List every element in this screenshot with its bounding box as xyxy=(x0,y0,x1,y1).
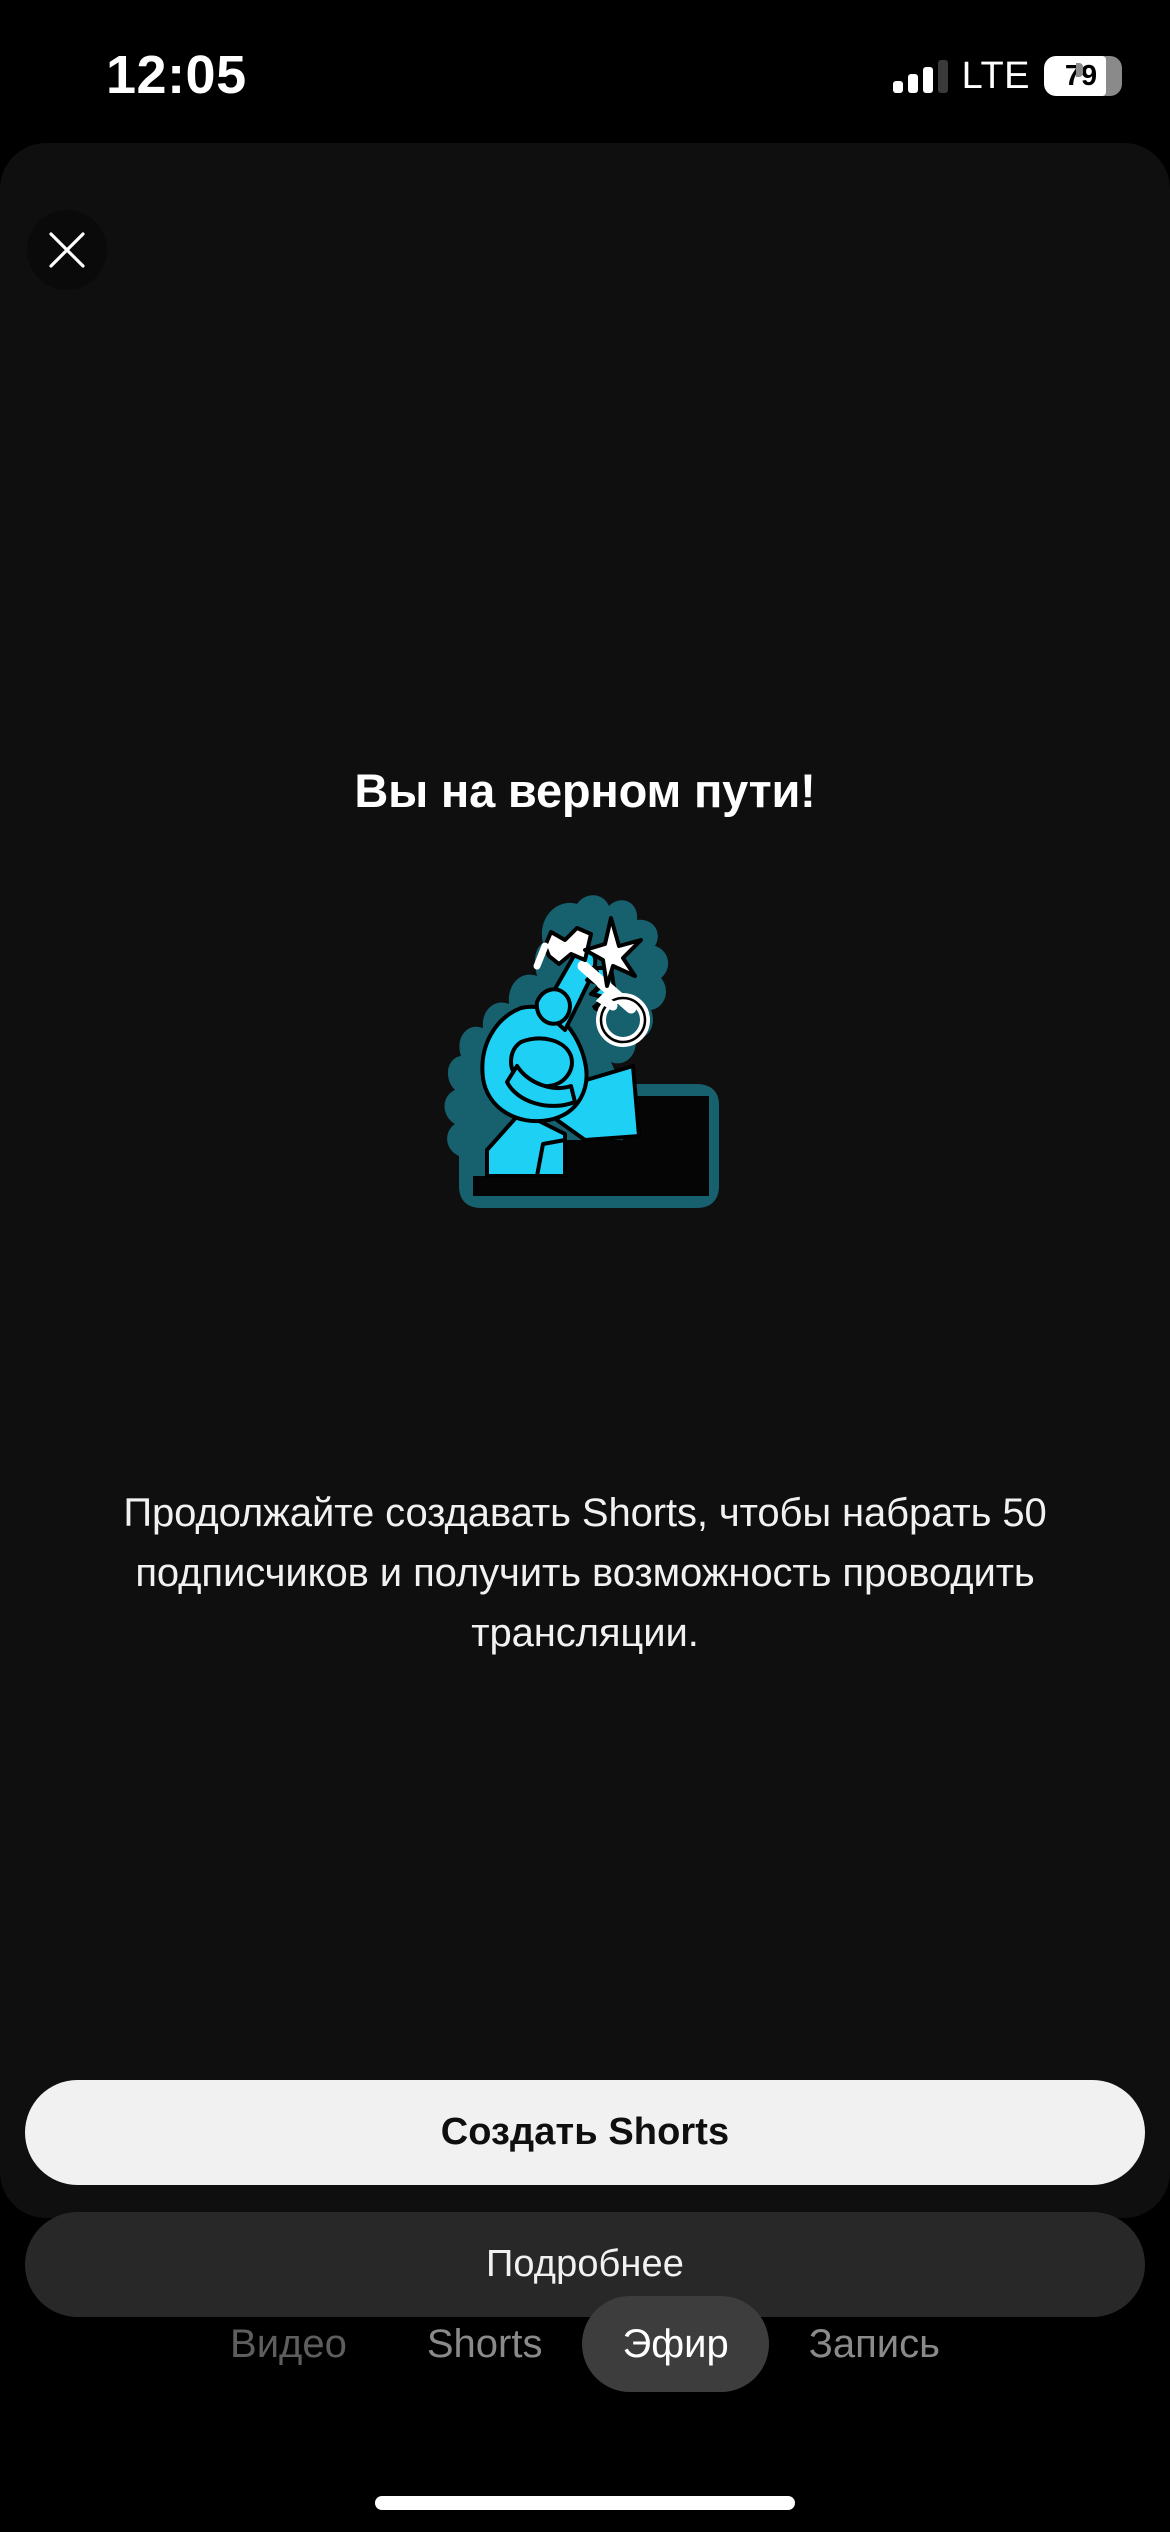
page-title: Вы на верном пути! xyxy=(354,764,816,817)
close-button[interactable] xyxy=(27,210,107,290)
status-bar-indicators: LTE 79 xyxy=(892,50,1122,102)
live-upsell-sheet: Вы на верном пути! Продолжайте создавать… xyxy=(0,143,1170,2317)
mode-tab-record[interactable]: Запись xyxy=(769,2296,980,2392)
network-type-label: LTE xyxy=(961,54,1030,97)
battery-icon: 79 xyxy=(1044,56,1122,96)
mode-tab-shorts[interactable]: Shorts xyxy=(387,2296,583,2392)
signal-bars-icon xyxy=(892,59,948,93)
battery-percent-label: 79 xyxy=(1044,56,1122,96)
mode-tab-video[interactable]: Видео xyxy=(190,2296,387,2392)
action-buttons: Создать Shorts Подробнее xyxy=(25,2080,1145,2317)
capture-mode-selector: Видео Shorts Эфир Запись xyxy=(0,2284,1170,2404)
battery-cap xyxy=(1076,63,1083,77)
phone-screen: 12:05 LTE 79 Вы на верном пути! xyxy=(0,0,1170,2532)
status-bar: 12:05 LTE 79 xyxy=(0,0,1170,143)
status-bar-clock: 12:05 xyxy=(106,45,247,105)
home-indicator-bar[interactable] xyxy=(375,2496,795,2510)
close-x-icon xyxy=(49,232,85,268)
create-shorts-button[interactable]: Создать Shorts xyxy=(25,2080,1145,2185)
body-description: Продолжайте создавать Shorts, чтобы набр… xyxy=(123,1491,1047,1655)
mode-tab-live[interactable]: Эфир xyxy=(582,2296,769,2392)
person-climbing-stairs-with-key-illustration xyxy=(425,888,745,1218)
